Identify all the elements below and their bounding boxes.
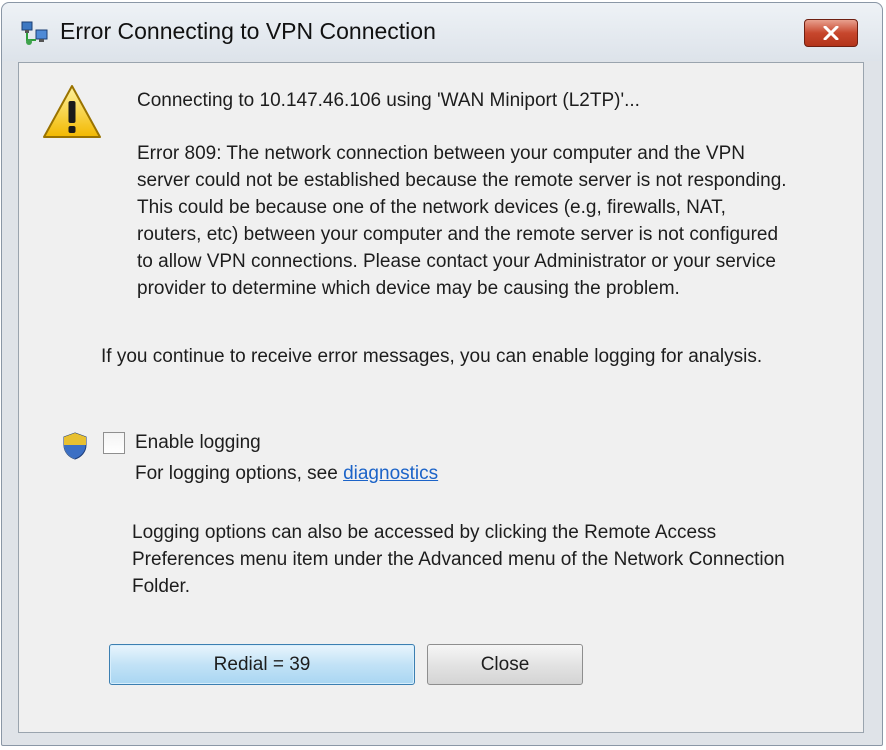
enable-logging-checkbox[interactable] (103, 432, 125, 454)
network-connection-icon (21, 21, 48, 45)
close-button[interactable]: Close (427, 644, 583, 685)
redial-button[interactable]: Redial = 39 (109, 644, 415, 685)
dialog-window: Error Connecting to VPN Connection Conne… (1, 2, 883, 746)
uac-shield-icon (63, 432, 87, 460)
dialog-body: Connecting to 10.147.46.106 using 'WAN M… (18, 62, 864, 733)
title-bar[interactable]: Error Connecting to VPN Connection (2, 3, 882, 61)
error-message: Error 809: The network connection betwee… (137, 143, 787, 299)
logging-options-text: For logging options, see diagnostics (135, 460, 438, 487)
window-close-button[interactable] (804, 19, 858, 47)
logging-access-note: Logging options can also be accessed by … (132, 522, 785, 597)
close-icon (823, 26, 839, 40)
logging-options-prefix: For logging options, see (135, 463, 344, 484)
warning-icon (43, 85, 101, 138)
logging-info: If you continue to receive error message… (101, 346, 763, 367)
window-title: Error Connecting to VPN Connection (60, 18, 436, 44)
connecting-message: Connecting to 10.147.46.106 using 'WAN M… (137, 90, 640, 111)
diagnostics-link[interactable]: diagnostics (343, 463, 438, 484)
enable-logging-label[interactable]: Enable logging (135, 429, 261, 456)
